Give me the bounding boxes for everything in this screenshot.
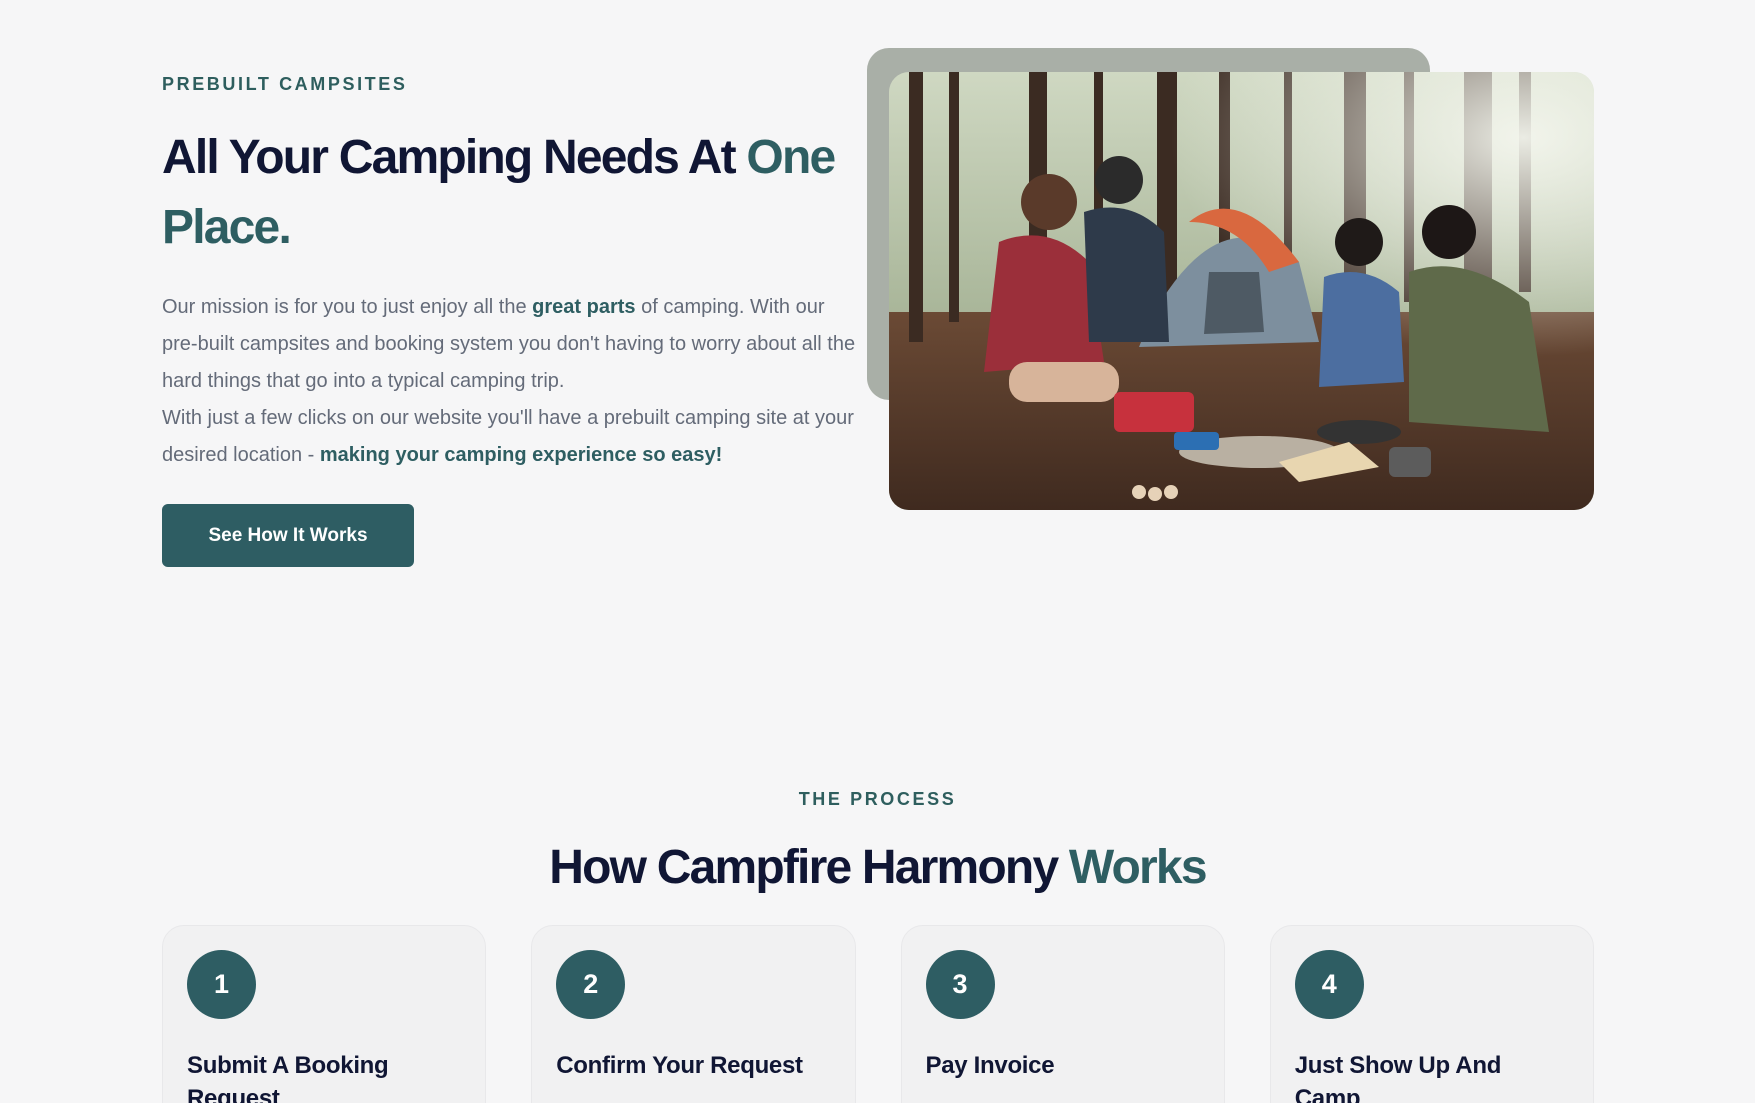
- step-card-4[interactable]: 4 Just Show Up And Camp: [1269, 925, 1594, 1103]
- camping-scene-illustration: [889, 72, 1594, 510]
- see-how-it-works-button[interactable]: See How It Works: [162, 504, 414, 567]
- hero-photo: [889, 72, 1594, 510]
- step-card-1[interactable]: 1 Submit A Booking Request: [162, 925, 487, 1103]
- step-title: Pay Invoice: [925, 1052, 1055, 1079]
- step-number-badge: 2: [556, 950, 626, 1019]
- hero-title: All Your Camping Needs At One Place.: [162, 123, 862, 263]
- step-card-2[interactable]: 2 Confirm Your Request: [531, 925, 856, 1103]
- hero-p1-emphasis: great parts: [532, 296, 636, 318]
- hero-p2-emphasis: making your camping experience so easy!: [319, 444, 723, 466]
- step-number-badge: 3: [925, 950, 995, 1019]
- page: PREBUILT CAMPSITES All Your Camping Need…: [0, 0, 1755, 1103]
- process-title-accent: Works: [1068, 841, 1208, 894]
- hero-paragraph-1: Our mission is for you to just enjoy all…: [162, 289, 862, 400]
- hero-title-main: All Your Camping Needs At: [162, 131, 747, 184]
- hero-eyebrow: PREBUILT CAMPSITES: [162, 74, 408, 94]
- step-number-badge: 4: [1294, 950, 1364, 1019]
- hero-p1-text: Our mission is for you to just enjoy all…: [162, 296, 533, 318]
- process-title-main: How Campfire Harmony: [549, 841, 1069, 894]
- step-title: Just Show Up And Camp: [1294, 1052, 1502, 1103]
- step-title: Confirm Your Request: [556, 1052, 803, 1079]
- hero-section: PREBUILT CAMPSITES All Your Camping Need…: [162, 74, 862, 567]
- process-steps: 1 Submit A Booking Request 2 Confirm You…: [162, 925, 1594, 1103]
- hero-paragraph-2: With just a few clicks on our website yo…: [162, 400, 862, 474]
- step-card-3[interactable]: 3 Pay Invoice: [900, 925, 1225, 1103]
- process-eyebrow: THE PROCESS: [798, 789, 957, 809]
- step-title: Submit A Booking Request: [187, 1052, 389, 1103]
- hero-description: Our mission is for you to just enjoy all…: [162, 289, 862, 474]
- process-title: How Campfire Harmony Works: [0, 833, 1755, 903]
- step-number-badge: 1: [187, 950, 256, 1019]
